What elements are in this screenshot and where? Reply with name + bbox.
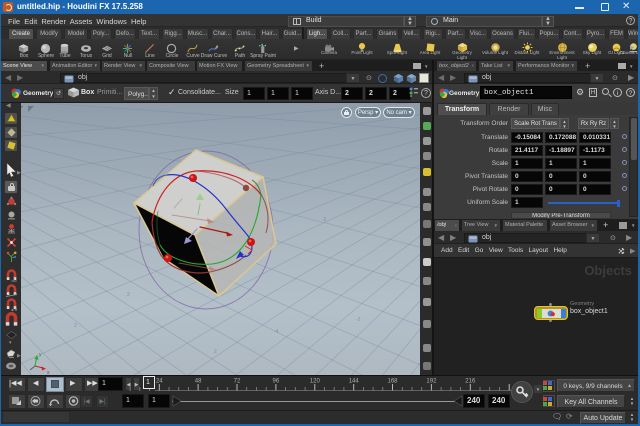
svg-text:2: 2 [127,292,130,298]
svg-text:2: 2 [214,349,217,355]
svg-text:216: 216 [465,379,476,385]
svg-text:-4: -4 [274,329,279,335]
svg-text:120: 120 [310,379,321,385]
svg-text:144: 144 [349,379,360,385]
svg-text:-2: -2 [322,217,327,223]
svg-text:2: 2 [74,323,77,329]
svg-text:-2: -2 [356,317,361,323]
svg-text:96: 96 [273,379,280,385]
svg-text:192: 192 [426,379,437,385]
svg-text:48: 48 [195,379,202,385]
svg-text:168: 168 [387,379,398,385]
svg-text:24: 24 [156,379,163,385]
svg-text:72: 72 [234,379,241,385]
